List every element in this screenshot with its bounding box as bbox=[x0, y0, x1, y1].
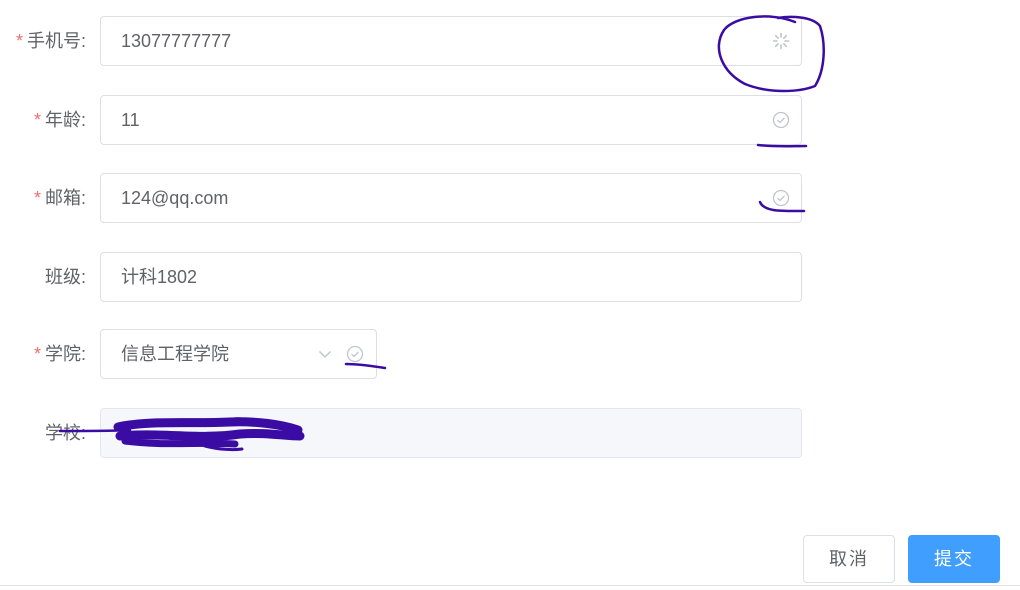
form-item-college: * 学院: 信息工程学院 bbox=[0, 329, 378, 379]
phone-label: * 手机号: bbox=[16, 16, 86, 66]
check-circle-icon bbox=[346, 345, 364, 363]
form-dialog: * 手机号: 13077777777 * 年龄: 11 * 邮箱: 124@qq… bbox=[0, 0, 1020, 590]
label-wrap: * 学院: bbox=[0, 329, 86, 379]
class-input-value: 计科1802 bbox=[121, 267, 198, 287]
form-item-email: * 邮箱: 124@qq.com bbox=[0, 173, 802, 223]
submit-button[interactable]: 提交 bbox=[908, 535, 1000, 583]
required-marker: * bbox=[33, 110, 41, 130]
label-wrap: * 手机号: bbox=[0, 16, 86, 66]
form-item-class: 班级: 计科1802 bbox=[0, 252, 802, 302]
college-select-value: 信息工程学院 bbox=[121, 344, 229, 364]
phone-input[interactable]: 13077777777 bbox=[100, 16, 802, 66]
email-input-value: 124@qq.com bbox=[121, 188, 229, 208]
label-wrap: * 邮箱: bbox=[0, 173, 86, 223]
required-marker: * bbox=[33, 344, 41, 364]
label-wrap: 学校: bbox=[0, 408, 86, 458]
school-label: 学校: bbox=[44, 423, 86, 443]
form-item-age: * 年龄: 11 bbox=[0, 95, 802, 145]
check-circle-icon bbox=[772, 111, 790, 129]
required-marker: * bbox=[33, 188, 41, 208]
check-circle-icon bbox=[772, 189, 790, 207]
email-input[interactable]: 124@qq.com bbox=[100, 173, 802, 223]
email-label: * 邮箱: bbox=[34, 173, 86, 223]
age-input[interactable]: 11 bbox=[100, 95, 802, 145]
college-label-text: 学院: bbox=[44, 344, 86, 364]
class-label: 班级: bbox=[44, 267, 86, 287]
chevron-down-icon[interactable] bbox=[316, 345, 334, 363]
class-input[interactable]: 计科1802 bbox=[100, 252, 802, 302]
cancel-button[interactable]: 取消 bbox=[803, 535, 895, 583]
annotation-underline-age bbox=[756, 143, 808, 148]
email-label-text: 邮箱: bbox=[44, 188, 86, 208]
age-label: * 年龄: bbox=[34, 95, 86, 145]
required-marker: * bbox=[15, 31, 23, 51]
phone-input-value: 13077777777 bbox=[121, 31, 232, 51]
age-label-text: 年龄: bbox=[44, 110, 86, 130]
loading-icon bbox=[772, 32, 790, 50]
form-item-school: 学校: bbox=[0, 408, 802, 458]
age-input-value: 11 bbox=[121, 110, 140, 130]
label-wrap: * 年龄: bbox=[0, 95, 86, 145]
footer-divider bbox=[0, 585, 1020, 586]
form-item-phone: * 手机号: 13077777777 bbox=[0, 16, 802, 66]
phone-label-text: 手机号: bbox=[26, 31, 86, 51]
school-input bbox=[100, 408, 802, 458]
label-wrap: 班级: bbox=[0, 252, 86, 302]
college-label: * 学院: bbox=[34, 329, 86, 379]
college-select[interactable]: 信息工程学院 bbox=[100, 329, 377, 379]
